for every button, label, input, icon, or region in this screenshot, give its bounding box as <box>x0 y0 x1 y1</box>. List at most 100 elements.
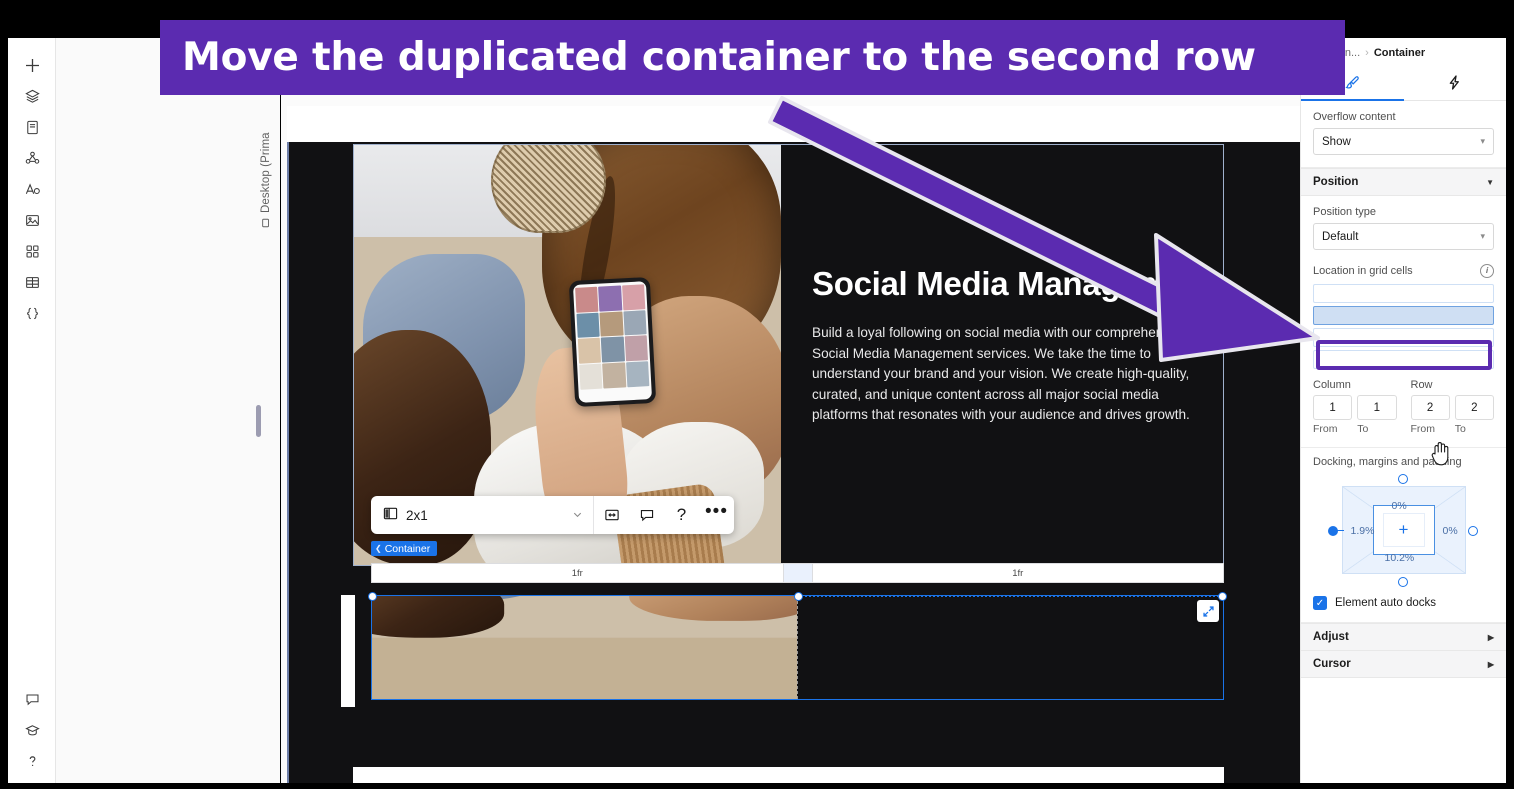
layout-selector[interactable]: 2x1 <box>371 506 593 524</box>
grid-ruler-col-1[interactable]: 1fr <box>371 563 784 583</box>
column-from-input[interactable]: 1 <box>1313 395 1353 420</box>
row-to-input[interactable]: 2 <box>1454 395 1494 420</box>
resize-handle-tl[interactable] <box>368 592 377 601</box>
stretch-horizontal-icon[interactable] <box>594 496 629 534</box>
column-group: Column 1 From 1 To <box>1313 379 1397 435</box>
media-icon[interactable] <box>12 205 52 236</box>
table-icon[interactable] <box>12 267 52 298</box>
auto-dock-label: Element auto docks <box>1335 597 1437 609</box>
annotation-text: Move the duplicated container to the sec… <box>182 35 1256 80</box>
adjust-section-header[interactable]: Adjust ▶ <box>1301 623 1506 651</box>
columns-icon <box>383 506 398 524</box>
more-options-button[interactable]: ••• <box>699 493 734 537</box>
duplicated-container-image[interactable] <box>372 596 797 699</box>
device-label: Desktop (Prima <box>252 108 272 228</box>
resize-handle-tc[interactable] <box>793 592 803 601</box>
overflow-select[interactable]: Show ▾ <box>1313 128 1494 155</box>
grid-cell-4[interactable] <box>1313 350 1494 369</box>
row-from-label: From <box>1410 423 1436 435</box>
grid-ruler-col-2[interactable]: 1fr <box>811 563 1224 583</box>
docking-inner-box[interactable]: + <box>1372 505 1435 555</box>
layout-label: 2x1 <box>406 507 428 523</box>
position-section-title: Position <box>1313 176 1359 188</box>
design-canvas[interactable]: Social Media Management Build a loyal fo… <box>281 38 1300 783</box>
chevron-down-icon: ▾ <box>1480 136 1485 146</box>
comment-icon[interactable] <box>629 496 664 534</box>
chevron-right-icon: ▶ <box>1487 659 1494 669</box>
breadcrumb-separator-2: › <box>1365 47 1369 59</box>
hero-body-text: Build a loyal following on social media … <box>812 324 1190 423</box>
help-icon[interactable] <box>12 746 52 777</box>
text-icon[interactable] <box>12 174 52 205</box>
chevron-right-icon: ▶ <box>1487 632 1494 642</box>
desktop-icon <box>261 217 271 229</box>
resize-handle-tr[interactable] <box>1218 592 1227 601</box>
grid-cell-3[interactable] <box>1313 328 1494 347</box>
chevron-down-icon: ▾ <box>1480 231 1485 241</box>
dock-node-top[interactable] <box>1397 474 1408 484</box>
chevron-left-icon: ❮ <box>375 544 382 553</box>
grid-ruler-gap[interactable] <box>783 563 812 583</box>
layers-icon[interactable] <box>12 81 52 112</box>
grid-ruler[interactable]: 1fr 1fr <box>371 563 1224 583</box>
selection-tag-label: Container <box>384 542 431 555</box>
duplicated-container-empty-cell[interactable] <box>797 596 1223 699</box>
overflow-section: Overflow content Show ▾ <box>1301 101 1506 168</box>
hero-text-block[interactable]: Social Media Management Build a loyal fo… <box>781 145 1223 565</box>
layers-panel <box>56 38 280 783</box>
device-label-text: Desktop (Prima <box>260 132 272 213</box>
overflow-label: Overflow content <box>1313 111 1396 123</box>
info-icon[interactable]: i <box>1480 264 1494 278</box>
docking-top-value[interactable]: 0% <box>1392 500 1407 512</box>
dock-node-right[interactable] <box>1467 526 1478 536</box>
position-type-value: Default <box>1322 230 1359 243</box>
rail-top-group <box>12 38 52 329</box>
docking-widget[interactable]: + 0% 0% 10.2% 1.9% <box>1327 474 1478 587</box>
annotation-banner: Move the duplicated container to the sec… <box>160 20 1345 95</box>
position-type-select[interactable]: Default ▾ <box>1313 223 1494 250</box>
grid-cell-1[interactable] <box>1313 284 1494 303</box>
position-type-group: Position type Default ▾ <box>1301 196 1506 254</box>
canvas-element-toolbar[interactable]: 2x1 ? ••• <box>371 496 734 534</box>
pages-icon[interactable] <box>12 112 52 143</box>
row-from-input[interactable]: 2 <box>1410 395 1450 420</box>
docking-right-value[interactable]: 0% <box>1443 525 1458 537</box>
breadcrumb-current: Container <box>1373 47 1426 59</box>
column-from-label: From <box>1313 423 1338 435</box>
page-bottom-white-strip <box>353 767 1224 783</box>
selection-tag[interactable]: ❮ Container <box>371 541 438 556</box>
auto-dock-row[interactable]: ✓ Element auto docks <box>1313 596 1494 610</box>
dock-node-bottom[interactable] <box>1397 577 1408 587</box>
docking-bottom-value[interactable]: 10.2% <box>1385 552 1415 564</box>
overflow-value: Show <box>1322 135 1351 148</box>
cursor-section-header[interactable]: Cursor ▶ <box>1301 651 1506 678</box>
grid-cell-2-selected[interactable] <box>1313 306 1494 325</box>
column-to-input[interactable]: 1 <box>1357 395 1397 420</box>
comment-icon[interactable] <box>12 684 52 715</box>
docking-center-plus[interactable]: + <box>1399 520 1409 540</box>
tab-interactions[interactable] <box>1404 68 1507 100</box>
layers-panel-body <box>56 38 280 783</box>
docking-left-value[interactable]: 1.9% <box>1351 525 1375 537</box>
page-left-white-strip <box>341 595 355 707</box>
left-tool-rail <box>8 38 56 783</box>
dock-node-left[interactable] <box>1327 526 1338 536</box>
grid-cells-label-row: Location in grid cells i <box>1313 264 1494 278</box>
academy-icon[interactable] <box>12 715 52 746</box>
position-section-header[interactable]: Position ▼ <box>1301 168 1506 196</box>
add-icon[interactable] <box>12 50 52 81</box>
dock-line-left <box>1335 529 1344 531</box>
sections-icon[interactable] <box>12 236 52 267</box>
apps-icon[interactable] <box>12 143 52 174</box>
grid-cells-picker[interactable] <box>1313 284 1494 369</box>
auto-dock-checkbox[interactable]: ✓ <box>1313 596 1327 610</box>
page-left-guide <box>287 142 289 783</box>
help-button[interactable]: ? <box>664 496 699 534</box>
hero-heading: Social Media Management <box>812 265 1216 302</box>
cursor-section-title: Cursor <box>1313 658 1351 670</box>
code-icon[interactable] <box>12 298 52 329</box>
grid-cells-label: Location in grid cells <box>1313 265 1413 277</box>
panel-resize-handle[interactable] <box>256 405 261 437</box>
duplicated-container[interactable] <box>368 592 1227 700</box>
expand-resize-button[interactable] <box>1197 600 1219 622</box>
